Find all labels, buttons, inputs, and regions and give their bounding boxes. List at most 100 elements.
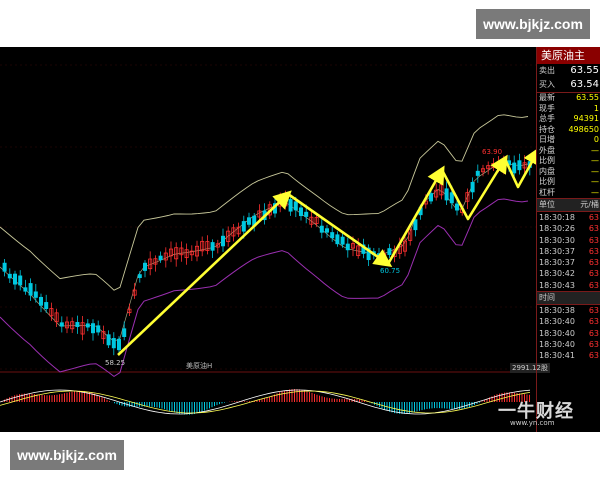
trade-row: 18:30:41 63	[537, 350, 600, 361]
trade-row-value: 63	[588, 213, 599, 222]
candle-body	[220, 235, 225, 247]
trade-row: 18:30:18 63	[537, 212, 600, 223]
trade-row-label: 18:30:37	[539, 258, 575, 268]
stat-row: 比例 —	[537, 177, 600, 188]
stat-row-value: —	[591, 145, 599, 155]
trade-row-label: 18:30:26	[539, 224, 575, 234]
trade-row-label: 18:30:42	[539, 269, 575, 279]
stat-row-value: —	[591, 177, 599, 186]
candle-body	[59, 322, 64, 327]
candle-body	[330, 232, 335, 239]
stat-row: 持仓 498650	[537, 125, 600, 136]
trade-row: 18:30:30 63	[537, 235, 600, 246]
trade-row-label: 18:30:37	[539, 246, 575, 256]
candle-body	[413, 219, 418, 231]
upper-band	[0, 114, 529, 291]
low-price-label: 58.25	[105, 359, 125, 367]
trade-row: 18:30:38 63	[537, 305, 600, 316]
candle-body	[324, 228, 329, 233]
trade-list: 18:30:18 63 18:30:26 63 18:30:30 63 18:30:37 63…	[537, 212, 600, 291]
trade-row: 18:30:37 63	[537, 246, 600, 257]
candle-body	[23, 287, 28, 292]
mid-price-label: 60.75	[380, 267, 400, 275]
trade-row-value: 63	[588, 351, 599, 361]
trade-row-label: 18:30:40	[539, 328, 575, 338]
candle-body	[44, 302, 49, 310]
quote-row-value: 63.54	[570, 79, 599, 90]
candle-body	[18, 275, 23, 286]
trade-row-label: 18:30:18	[539, 213, 575, 222]
candle-body	[345, 243, 350, 251]
candle-body	[210, 242, 215, 251]
stat-row-value: —	[591, 156, 599, 165]
trade-list-header-2: 时间	[537, 291, 600, 306]
middle-band	[0, 162, 529, 343]
trade-row-value: 63	[588, 280, 599, 290]
trade-row: 18:30:37 63	[537, 257, 600, 268]
candle-body	[39, 296, 44, 306]
stat-row: 杠杆 —	[537, 188, 600, 199]
candle-body	[340, 236, 345, 245]
trade-row-value: 63	[588, 328, 599, 338]
trade-row-value: 63	[588, 339, 599, 349]
candle-body	[85, 323, 90, 328]
quote-row-value: 63.55	[570, 65, 599, 76]
trade-row: 18:30:42 63	[537, 268, 600, 279]
trade-row-label: 18:30:40	[539, 317, 575, 327]
trade-row-value: 63	[588, 258, 599, 268]
stat-row: 外盘 —	[537, 146, 600, 157]
trade-row-value: 63	[588, 224, 599, 234]
quote-row: 卖出 63.55	[537, 64, 600, 78]
candle-body	[288, 199, 293, 212]
watermark-bottom: www.bjkjz.com	[10, 440, 124, 470]
indicator-subchart	[0, 389, 531, 415]
trend-arrow	[117, 190, 292, 356]
quote-row-label: 卖出	[539, 66, 555, 75]
market-stats: 最新 63.55 现手 1 总手 94391 持仓 498650 日增 0 外盘 — 比例 — 内盘 — 比例 —…	[537, 92, 600, 198]
stat-row-label: 外盘	[539, 145, 555, 155]
stat-row-label: 最新	[539, 93, 555, 102]
high-price-label: 63.90	[482, 148, 502, 156]
subchart-label: 美原油H	[186, 361, 212, 370]
candle-body	[512, 162, 517, 174]
trade-row: 18:30:40 63	[537, 316, 600, 327]
candle-body	[335, 234, 340, 245]
stat-row-value: 1	[593, 103, 599, 113]
candle-body	[475, 170, 480, 176]
stat-row-value: 498650	[568, 124, 599, 134]
trend-arrow	[287, 192, 393, 267]
candle-body	[91, 323, 96, 334]
stat-row-value: —	[591, 166, 599, 176]
brand-url: www.yn.com	[510, 419, 555, 427]
trade-row: 18:30:40 63	[537, 339, 600, 350]
stat-row-value: 63.55	[576, 93, 599, 102]
trade-row-value: 63	[588, 306, 599, 316]
stat-row-value: 0	[593, 135, 599, 144]
candle-body	[517, 160, 522, 171]
trade-row-value: 63	[588, 246, 599, 256]
quote-row: 买入 63.54	[537, 78, 600, 92]
trade-row: 18:30:43 63	[537, 280, 600, 291]
candle-body	[449, 192, 454, 204]
trade-row: 18:30:26 63	[537, 223, 600, 234]
stat-row: 比例 —	[537, 156, 600, 167]
stat-row-label: 比例	[539, 177, 555, 186]
stat-row-label: 现手	[539, 103, 555, 113]
candle-body	[28, 283, 33, 296]
bid-ask-quotes: 卖出 63.55 买入 63.54	[537, 64, 600, 92]
candle-body	[122, 328, 127, 337]
quote-side-panel: 美原油主 卖出 63.55 买入 63.54 最新 63.55 现手 1 总手 94391 持仓 4…	[536, 47, 600, 432]
stat-row-label: 日增	[539, 135, 555, 144]
bollinger-bands	[0, 114, 529, 378]
stat-row-value: 94391	[573, 114, 599, 123]
candle-body	[246, 217, 251, 225]
candle-body	[298, 207, 303, 217]
stat-row: 内盘 —	[537, 167, 600, 178]
symbol-title[interactable]: 美原油主	[537, 47, 600, 64]
candle-body	[444, 188, 449, 201]
candle-body	[33, 291, 38, 298]
candlestick-chart: 58.25 60.75 63.90 美原油H	[0, 64, 536, 415]
candle-body	[142, 262, 147, 271]
trade-row-label: 18:30:41	[539, 351, 575, 361]
trend-arrow	[386, 165, 445, 265]
